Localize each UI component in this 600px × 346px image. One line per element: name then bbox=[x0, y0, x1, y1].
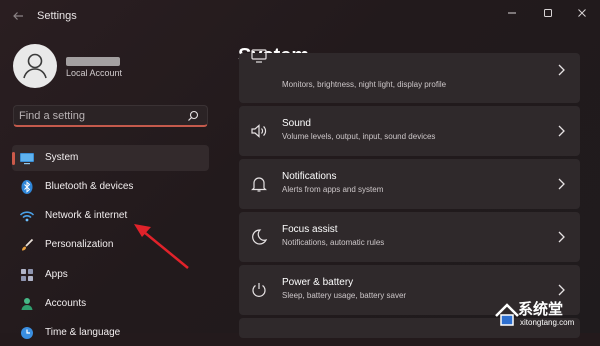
avatar[interactable] bbox=[13, 44, 57, 88]
bluetooth-icon bbox=[21, 180, 33, 194]
speaker-icon bbox=[251, 124, 267, 138]
search-icon[interactable] bbox=[187, 110, 199, 122]
watermark: 系统堂 xitongtang.com bbox=[492, 296, 600, 333]
bell-icon bbox=[251, 177, 267, 192]
card-title: Power & battery bbox=[282, 277, 354, 288]
watermark-logo-icon bbox=[495, 303, 519, 326]
back-arrow-icon bbox=[13, 12, 23, 20]
search-box bbox=[13, 105, 208, 127]
sidebar-item-label: Network & internet bbox=[45, 210, 128, 221]
minimize-button[interactable] bbox=[497, 4, 527, 24]
settings-card-sound[interactable]: Sound Volume levels, output, input, soun… bbox=[239, 106, 580, 156]
account-type: Local Account bbox=[66, 68, 123, 78]
apps-icon bbox=[21, 269, 33, 281]
settings-window: Settings Local Account Find a setting Sy… bbox=[0, 0, 600, 339]
card-subtitle: Sleep, battery usage, battery saver bbox=[282, 291, 407, 300]
minimize-icon bbox=[508, 12, 516, 14]
user-name bbox=[66, 57, 120, 66]
power-icon bbox=[252, 283, 266, 297]
chevron-right-icon bbox=[558, 231, 565, 243]
card-title: Notifications bbox=[282, 171, 337, 182]
sidebar-item-label: System bbox=[45, 152, 79, 163]
search-input[interactable] bbox=[19, 106, 179, 126]
maximize-icon bbox=[544, 9, 552, 17]
settings-card-notifications[interactable]: Notifications Alerts from apps and syste… bbox=[239, 159, 580, 209]
wifi-icon bbox=[19, 211, 35, 222]
annotation-arrow-icon bbox=[134, 224, 189, 269]
chevron-right-icon bbox=[558, 64, 565, 76]
monitor-icon bbox=[20, 153, 34, 165]
selection-indicator bbox=[12, 152, 15, 165]
sidebar-item-accounts[interactable]: Accounts bbox=[12, 291, 209, 317]
sidebar-item-bluetooth[interactable]: Bluetooth & devices bbox=[12, 174, 209, 200]
card-title: Sound bbox=[282, 118, 311, 129]
moon-icon bbox=[252, 229, 268, 245]
sidebar-item-system[interactable]: System bbox=[12, 145, 209, 171]
watermark-text: 系统堂 bbox=[518, 300, 564, 318]
sidebar-item-label: Apps bbox=[45, 269, 68, 280]
card-title: Focus assist bbox=[282, 224, 338, 235]
maximize-button[interactable] bbox=[533, 4, 563, 24]
card-subtitle: Monitors, brightness, night light, displ… bbox=[282, 80, 447, 89]
chevron-right-icon bbox=[558, 284, 565, 296]
person-icon bbox=[23, 53, 47, 79]
card-subtitle: Notifications, automatic rules bbox=[282, 238, 385, 247]
close-button[interactable] bbox=[567, 4, 597, 24]
sidebar-item-label: Accounts bbox=[45, 298, 87, 309]
settings-card-focus-assist[interactable]: Focus assist Notifications, automatic ru… bbox=[239, 212, 580, 262]
brush-icon bbox=[22, 238, 34, 251]
person-icon bbox=[21, 298, 33, 310]
card-subtitle: Alerts from apps and system bbox=[282, 185, 384, 194]
sidebar-item-label: Bluetooth & devices bbox=[45, 181, 134, 192]
close-icon bbox=[578, 9, 586, 17]
settings-card-display[interactable]: Monitors, brightness, night light, displ… bbox=[239, 49, 580, 103]
card-subtitle: Volume levels, output, input, sound devi… bbox=[282, 132, 436, 141]
window-title: Settings bbox=[37, 10, 77, 22]
title-bar: Settings bbox=[0, 0, 600, 32]
display-icon bbox=[251, 49, 267, 63]
clock-icon bbox=[21, 327, 33, 339]
chevron-right-icon bbox=[558, 178, 565, 190]
chevron-right-icon bbox=[558, 125, 565, 137]
sidebar-item-time-language[interactable]: Time & language bbox=[12, 320, 209, 346]
sidebar-item-label: Personalization bbox=[45, 239, 114, 250]
back-button[interactable] bbox=[10, 8, 26, 24]
watermark-url: xitongtang.com bbox=[520, 318, 575, 327]
